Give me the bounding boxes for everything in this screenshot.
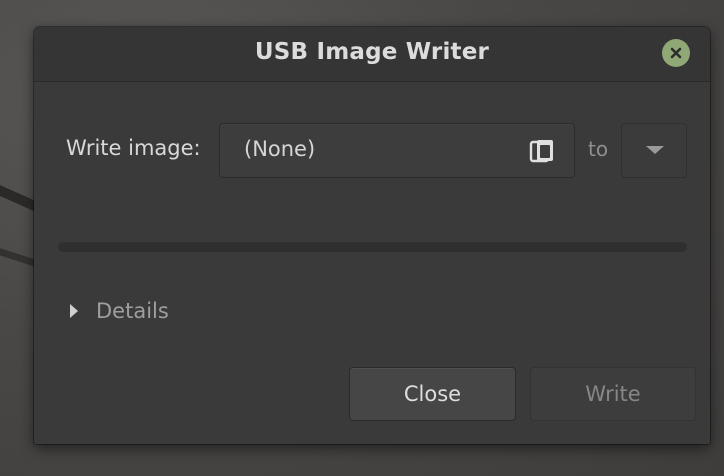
chevron-down-icon [646, 146, 664, 154]
details-label: Details [96, 299, 169, 323]
write-button[interactable]: Write [530, 367, 696, 421]
write-progress-bar [58, 242, 687, 252]
close-button[interactable]: Close [349, 367, 516, 421]
image-file-value: (None) [244, 137, 316, 161]
folder-icon [529, 140, 553, 163]
write-image-label: Write image: [66, 136, 201, 160]
window-close-button[interactable] [662, 39, 690, 67]
chevron-right-icon [70, 304, 78, 318]
details-expander[interactable]: Details [70, 299, 169, 323]
usb-image-writer-window: USB Image Writer Write image: (None) to … [34, 27, 710, 444]
window-title: USB Image Writer [254, 39, 490, 65]
close-icon [670, 47, 682, 59]
titlebar[interactable]: USB Image Writer [34, 27, 710, 82]
to-label: to [588, 137, 609, 161]
target-device-dropdown[interactable] [621, 123, 687, 178]
image-file-chooser[interactable]: (None) [219, 123, 575, 178]
